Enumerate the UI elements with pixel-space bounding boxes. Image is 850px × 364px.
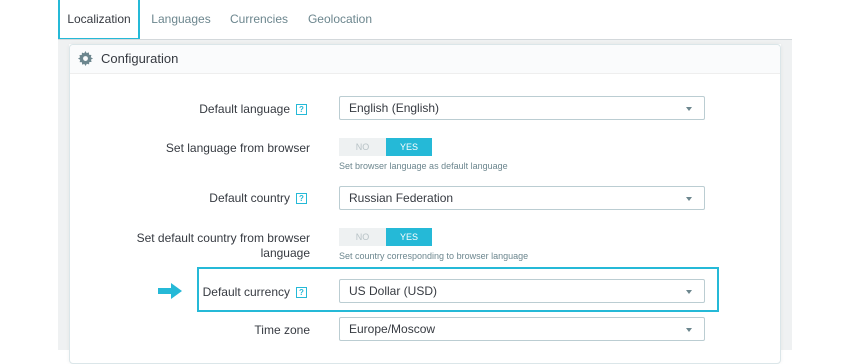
- time-zone-label: Time zone: [254, 323, 310, 337]
- default-currency-label: Default currency: [202, 285, 290, 299]
- tab-divider: [58, 39, 792, 40]
- tab-geolocation[interactable]: Geolocation: [303, 0, 377, 40]
- tab-bar: Localization Languages Currencies Geoloc…: [0, 0, 850, 40]
- toggle-yes-option[interactable]: YES: [386, 138, 432, 156]
- set-country-from-browser-label-line1: Set default country from browser: [136, 231, 310, 245]
- chevron-down-icon: [686, 197, 692, 201]
- default-country-value: Russian Federation: [349, 191, 454, 205]
- set-country-from-browser-label-line2: language: [260, 246, 310, 260]
- gear-icon: [78, 51, 93, 66]
- panel-title: Configuration: [101, 51, 179, 66]
- toggle-no-option[interactable]: NO: [339, 228, 386, 246]
- page-right-margin: [792, 0, 850, 350]
- set-language-from-browser-hint: Set browser language as default language: [339, 161, 508, 171]
- default-currency-value: US Dollar (USD): [349, 284, 438, 298]
- panel-heading: Configuration: [70, 45, 780, 74]
- default-language-label: Default language: [199, 102, 290, 116]
- chevron-down-icon: [686, 290, 692, 294]
- set-language-from-browser-label: Set language from browser: [165, 141, 310, 155]
- time-zone-value: Europe/Moscow: [349, 322, 436, 336]
- help-icon[interactable]: ?: [296, 193, 307, 204]
- tab-localization[interactable]: Localization: [58, 0, 140, 40]
- set-language-from-browser-toggle[interactable]: NO YES: [339, 138, 432, 156]
- default-language-value: English (English): [349, 101, 440, 115]
- toggle-no-option[interactable]: NO: [339, 138, 386, 156]
- default-country-label: Default country: [209, 191, 290, 205]
- default-country-select[interactable]: Russian Federation: [339, 186, 705, 210]
- panel-background-right: [781, 40, 792, 350]
- tab-currencies[interactable]: Currencies: [226, 0, 292, 40]
- default-language-select[interactable]: English (English): [339, 96, 705, 120]
- toggle-yes-option[interactable]: YES: [386, 228, 432, 246]
- help-icon[interactable]: ?: [296, 104, 307, 115]
- help-icon[interactable]: ?: [296, 287, 307, 298]
- default-currency-select[interactable]: US Dollar (USD): [339, 279, 705, 303]
- time-zone-select[interactable]: Europe/Moscow: [339, 317, 705, 341]
- panel-background-left: [58, 40, 69, 350]
- chevron-down-icon: [686, 107, 692, 111]
- set-country-from-browser-toggle[interactable]: NO YES: [339, 228, 432, 246]
- chevron-down-icon: [686, 328, 692, 332]
- tab-languages[interactable]: Languages: [146, 0, 216, 40]
- set-country-from-browser-hint: Set country corresponding to browser lan…: [339, 251, 529, 261]
